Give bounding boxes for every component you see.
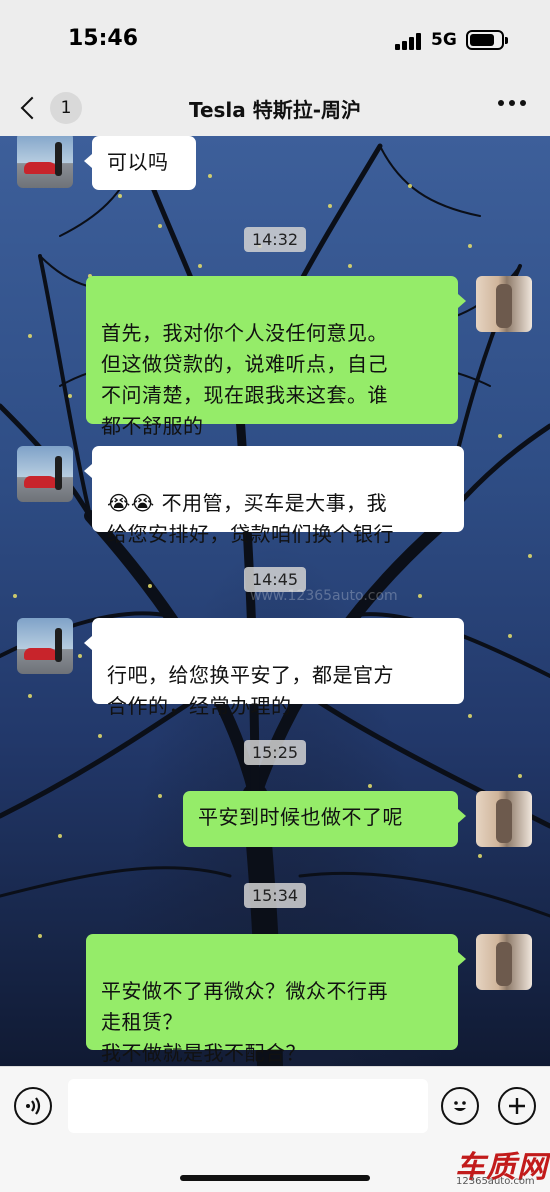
more-icon[interactable]: [498, 100, 526, 106]
message-bubble-incoming[interactable]: 😭😭 不用管，买车是大事，我 给您安排好，贷款咱们换个银行: [84, 446, 464, 546]
chat-header: 1 Tesla 特斯拉-周沪: [0, 80, 550, 136]
message-text: 可以吗: [107, 150, 169, 174]
plus-icon[interactable]: [498, 1087, 536, 1125]
voice-icon[interactable]: [14, 1087, 52, 1125]
message-text: 首先，我对你个人没任何意见。 但这做贷款的，说难听点，自己 不问清楚，现在跟我来…: [101, 321, 388, 438]
status-bar: 15:46 5G: [0, 0, 550, 80]
watermark-faint: www.12365auto.com: [250, 588, 398, 604]
message-bubble-outgoing[interactable]: 平安做不了再微众？微众不行再 走租赁？ 我不做就是我不配合？: [86, 934, 466, 1065]
chat-area[interactable]: 可以吗 14:32 首先，我对你个人没任何意见。 但这做贷款的，说难听点，自己 …: [0, 136, 550, 1066]
timestamp: 15:34: [0, 883, 550, 908]
message-text: 平安到时候也做不了呢: [198, 805, 403, 829]
message-bubble-incoming[interactable]: 可以吗: [84, 136, 196, 190]
timestamp: 15:25: [0, 740, 550, 765]
contact-avatar[interactable]: [17, 136, 73, 188]
user-avatar[interactable]: [476, 791, 532, 847]
watermark-url: 12365auto.com: [456, 1176, 535, 1187]
message-bubble-outgoing[interactable]: 首先，我对你个人没任何意见。 但这做贷款的，说难听点，自己 不问清楚，现在跟我来…: [86, 276, 466, 438]
battery-icon: [466, 30, 508, 50]
message-input[interactable]: [68, 1079, 428, 1133]
message-bubble-incoming[interactable]: 行吧，给您换平安了，都是官方 合作的，经常办理的: [84, 618, 464, 718]
network-label: 5G: [431, 30, 457, 50]
message-bubble-outgoing[interactable]: 平安到时候也做不了呢: [183, 791, 466, 847]
home-indicator: [180, 1175, 370, 1181]
signal-icon: [395, 32, 425, 50]
emoji-icon[interactable]: [441, 1087, 479, 1125]
timestamp: 14:32: [0, 227, 550, 252]
message-text: 😭😭 不用管，买车是大事，我 给您安排好，贷款咱们换个银行: [107, 491, 394, 546]
user-avatar[interactable]: [476, 276, 532, 332]
chat-title: Tesla 特斯拉-周沪: [188, 98, 362, 122]
status-time: 15:46: [68, 26, 139, 51]
user-avatar[interactable]: [476, 934, 532, 990]
contact-avatar[interactable]: [17, 446, 73, 502]
contact-avatar[interactable]: [17, 618, 73, 674]
